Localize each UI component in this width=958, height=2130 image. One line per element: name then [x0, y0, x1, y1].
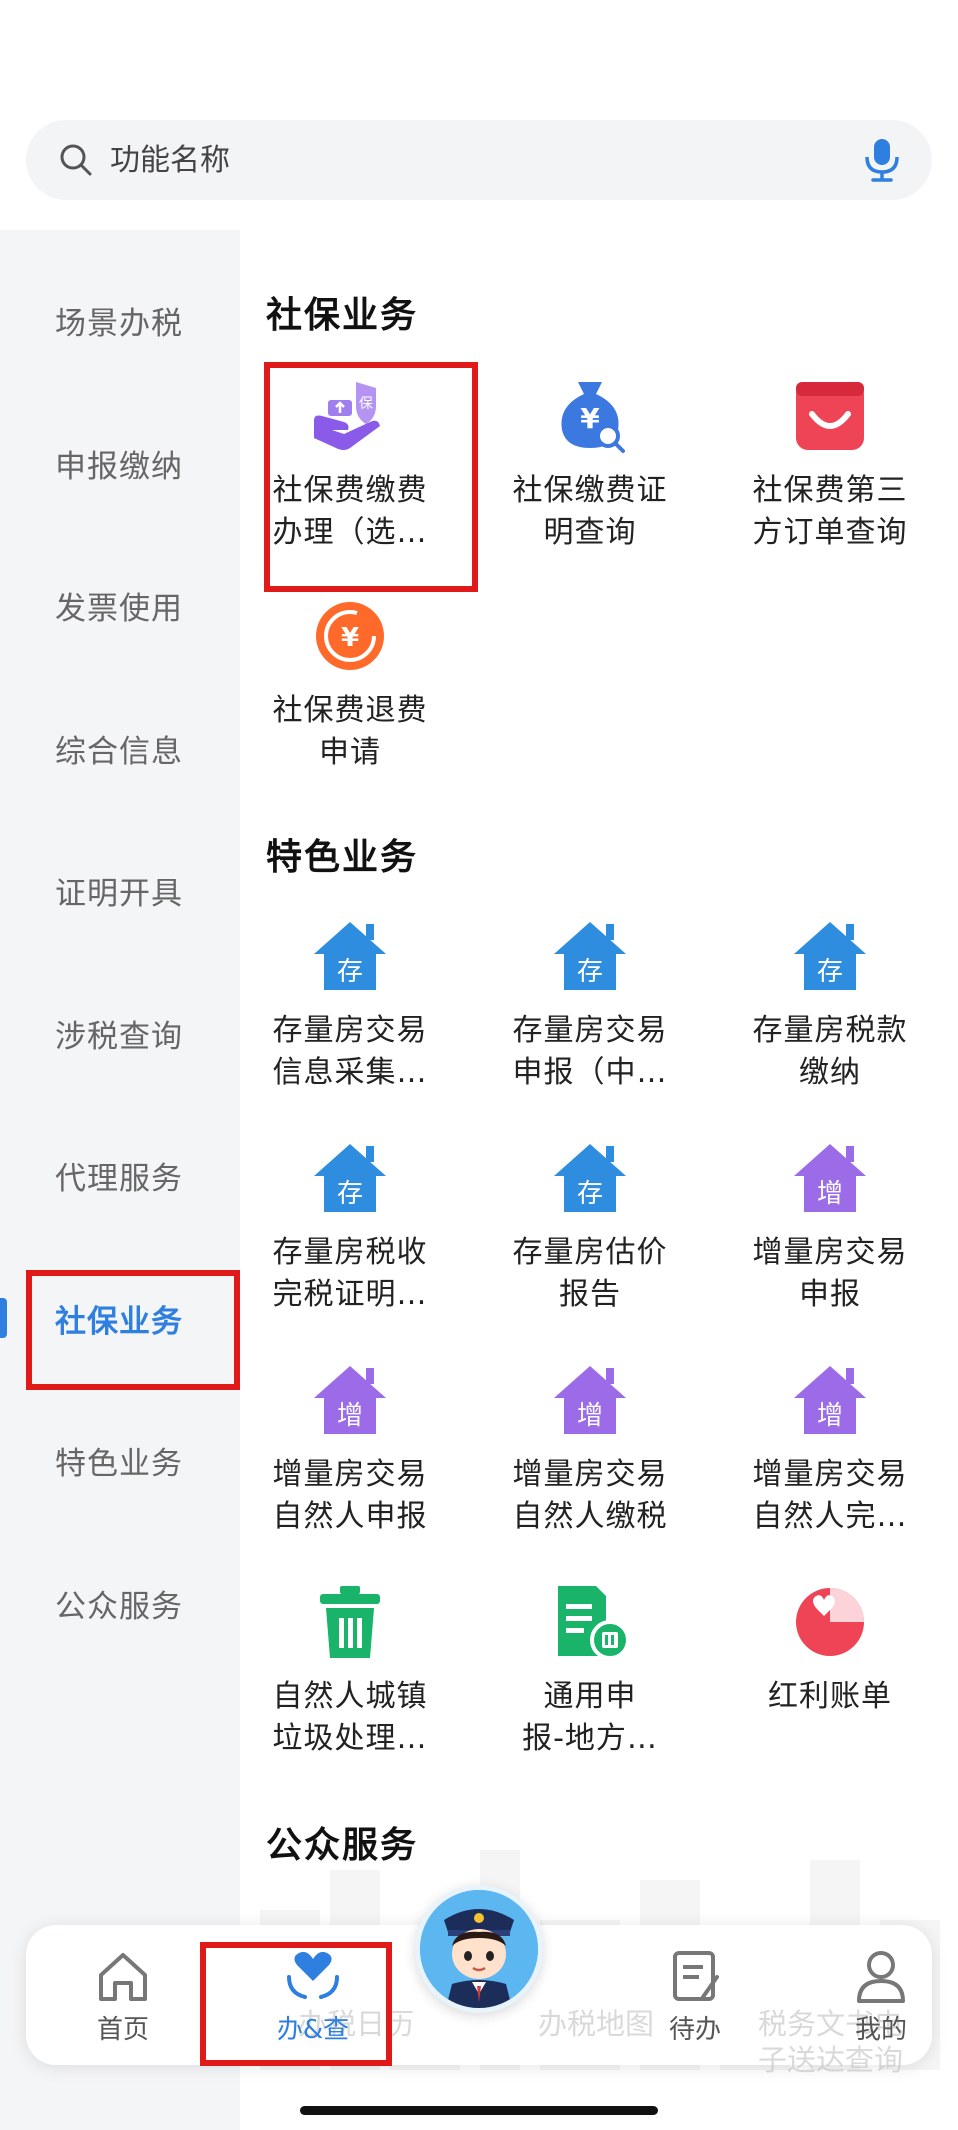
tile-stock-house-tax-cert[interactable]: 存 存量房税收 完税证明…	[240, 1130, 460, 1350]
tile-garbage-fee[interactable]: 自然人城镇 垃圾处理…	[240, 1574, 460, 1794]
sidebar-item-scene-tax[interactable]: 场景办税	[0, 280, 240, 360]
nav-handle-query[interactable]: 办&查	[248, 1947, 378, 2046]
trash-bin-icon	[310, 1582, 390, 1662]
svg-text:增: 增	[337, 1401, 363, 1431]
user-profile-icon	[857, 1951, 905, 2003]
sidebar-item-public-service[interactable]: 公众服务	[0, 1563, 240, 1643]
tile-new-house-person-pay[interactable]: 增 增量房交易 自然人缴税	[480, 1352, 700, 1572]
yen-bag-search-icon: ¥	[550, 376, 630, 456]
tax-officer-mascot-icon	[420, 1890, 538, 2008]
yen-refund-icon: ¥	[310, 596, 390, 676]
heart-hands-icon	[287, 1951, 339, 1999]
nav-home[interactable]: 首页	[58, 1947, 188, 2046]
tile-general-declare-local[interactable]: 通用申 报-地方…	[480, 1574, 700, 1794]
home-icon	[99, 1953, 147, 2001]
svg-text:存: 存	[817, 957, 843, 987]
svg-text:增: 增	[817, 1401, 843, 1431]
tile-new-house-person-complete[interactable]: 增 增量房交易 自然人完…	[720, 1352, 940, 1572]
house-cun-icon: 存	[550, 1138, 630, 1218]
section-title-social: 社保业务	[266, 295, 419, 336]
svg-text:¥: ¥	[341, 623, 359, 653]
search-bar[interactable]	[26, 120, 932, 200]
todo-list-icon	[673, 1951, 719, 2001]
home-indicator-bar	[300, 2106, 658, 2115]
document-bin-icon	[550, 1582, 630, 1662]
svg-text:存: 存	[577, 1179, 603, 1209]
house-zeng-icon: 增	[790, 1360, 870, 1440]
house-zeng-icon: 增	[790, 1138, 870, 1218]
heart-pie-icon	[790, 1582, 870, 1662]
tile-new-house-declare[interactable]: 增 增量房交易 申报	[720, 1130, 940, 1350]
svg-text:增: 增	[817, 1179, 843, 1209]
tile-stock-house-info[interactable]: 存 存量房交易 信息采集…	[240, 908, 460, 1128]
nav-mine[interactable]: 我的	[816, 1947, 946, 2046]
tile-dividend-bill[interactable]: 红利账单	[720, 1574, 940, 1794]
category-sidebar: 场景办税 申报缴纳 发票使用 综合信息 证明开具 涉税查询 代理服务 社保业务 …	[0, 230, 240, 2130]
house-cun-icon: 存	[310, 1138, 390, 1218]
sidebar-item-invoice[interactable]: 发票使用	[0, 565, 240, 645]
sidebar-item-certificates[interactable]: 证明开具	[0, 850, 240, 930]
sidebar-item-agent-service[interactable]: 代理服务	[0, 1135, 240, 1215]
house-cun-icon: 存	[550, 916, 630, 996]
sidebar-item-social-insurance[interactable]: 社保业务	[0, 1278, 240, 1358]
sidebar-item-tax-query[interactable]: 涉税查询	[0, 993, 240, 1073]
tile-social-certificate-query[interactable]: ¥ 社保缴费证 明查询	[480, 368, 700, 588]
house-cun-icon: 存	[310, 916, 390, 996]
tile-social-third-party-order[interactable]: 社保费第三 方订单查询	[720, 368, 940, 588]
tile-stock-house-valuation[interactable]: 存 存量房估价 报告	[480, 1130, 700, 1350]
house-zeng-icon: 增	[550, 1360, 630, 1440]
section-title-special: 特色业务	[266, 837, 419, 878]
svg-text:保: 保	[359, 396, 373, 412]
tile-social-refund[interactable]: ¥ 社保费退费 申请	[240, 588, 460, 808]
insurance-hand-icon: 保	[310, 376, 390, 456]
svg-text:存: 存	[337, 957, 363, 987]
microphone-icon[interactable]	[862, 137, 902, 183]
search-icon	[60, 144, 92, 176]
shopping-bag-icon	[790, 376, 870, 456]
svg-text:存: 存	[337, 1179, 363, 1209]
svg-text:¥: ¥	[580, 402, 600, 435]
search-input[interactable]	[110, 142, 862, 178]
tile-stock-house-tax-pay[interactable]: 存 存量房税款 缴纳	[720, 908, 940, 1128]
svg-text:增: 增	[577, 1401, 603, 1431]
assistant-avatar[interactable]	[415, 1885, 543, 2013]
sidebar-item-special-business[interactable]: 特色业务	[0, 1420, 240, 1500]
tile-social-fee-payment[interactable]: 保 社保费缴费 办理（选…	[240, 368, 460, 588]
sidebar-item-declare-pay[interactable]: 申报缴纳	[0, 423, 240, 503]
tile-new-house-person-declare[interactable]: 增 增量房交易 自然人申报	[240, 1352, 460, 1572]
house-cun-icon: 存	[790, 916, 870, 996]
svg-text:存: 存	[577, 957, 603, 987]
house-zeng-icon: 增	[310, 1360, 390, 1440]
app-screen: 场景办税 申报缴纳 发票使用 综合信息 证明开具 涉税查询 代理服务 社保业务 …	[0, 0, 958, 2130]
tile-stock-house-declare[interactable]: 存 存量房交易 申报（中…	[480, 908, 700, 1128]
nav-todo[interactable]: 待办	[630, 1947, 760, 2046]
sidebar-item-general-info[interactable]: 综合信息	[0, 708, 240, 788]
